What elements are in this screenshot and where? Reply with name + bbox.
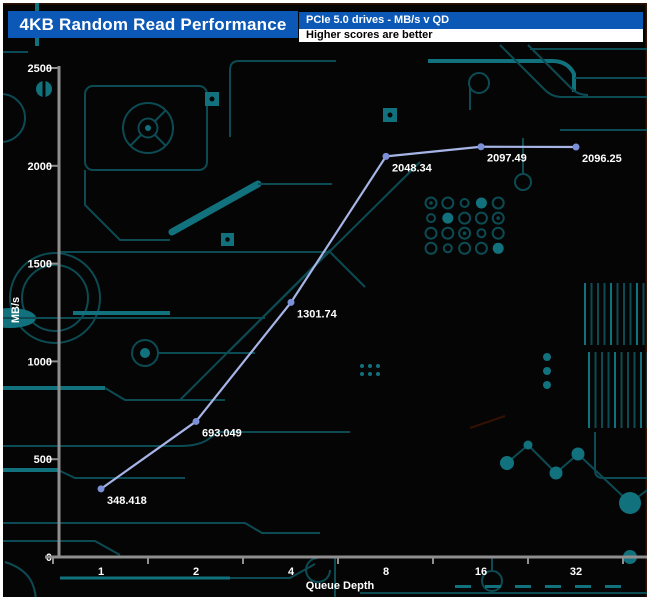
x-tick-label: 16 (475, 566, 487, 578)
x-axis-title: Queue Depth (280, 580, 400, 592)
data-point-label: 348.418 (107, 495, 147, 507)
data-point-marker (98, 485, 105, 492)
y-tick-label: 500 (34, 454, 52, 466)
x-tick-label: 1 (98, 566, 104, 578)
chart-canvas: 0500100015002000250012481632348.418693.0… (0, 0, 650, 600)
y-tick-label: 1500 (28, 259, 52, 271)
x-tick-label: 2 (193, 566, 199, 578)
data-point-label: 693.049 (202, 427, 242, 439)
legend-bar-secondary: Higher scores are better (299, 29, 643, 42)
y-tick-label: 1000 (28, 356, 52, 368)
chart-title-bar: 4KB Random Read Performance (8, 11, 298, 38)
data-point-label: 2097.49 (487, 153, 527, 165)
data-point-marker (573, 143, 580, 150)
data-point-marker (193, 418, 200, 425)
data-point-label: 2048.34 (392, 162, 433, 174)
data-point-marker (478, 143, 485, 150)
series-line (101, 147, 576, 489)
data-point-label: 2096.25 (582, 153, 622, 165)
data-point-marker (383, 153, 390, 160)
y-tick-label: 2000 (28, 161, 52, 173)
legend-bar-primary: PCIe 5.0 drives - MB/s v QD (299, 12, 643, 29)
y-tick-label: 2500 (28, 63, 52, 75)
data-point-marker (288, 299, 295, 306)
x-tick-label: 32 (570, 566, 582, 578)
performance-line-chart: 0500100015002000250012481632348.418693.0… (0, 0, 650, 600)
data-point-label: 1301.74 (297, 308, 338, 320)
y-axis-title: MB/s (2, 296, 30, 324)
legend-primary-text: PCIe 5.0 drives - MB/s v QD (306, 14, 449, 26)
x-tick-label: 4 (288, 566, 295, 578)
chart-title: 4KB Random Read Performance (19, 15, 286, 35)
x-tick-label: 8 (383, 566, 389, 578)
legend-secondary-text: Higher scores are better (306, 29, 433, 41)
